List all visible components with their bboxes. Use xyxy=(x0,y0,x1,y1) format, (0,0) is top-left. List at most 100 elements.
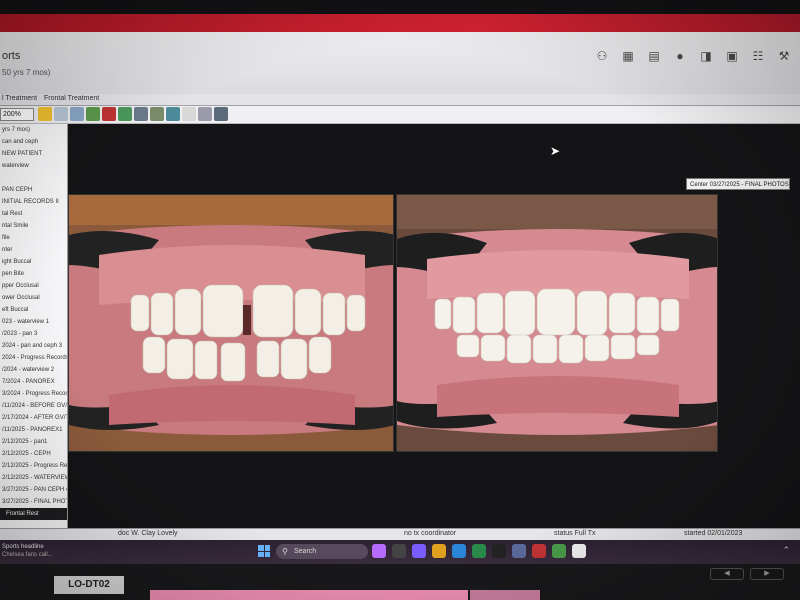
tree-item[interactable]: nter xyxy=(0,244,67,256)
start-date-status: started 02/01/2023 xyxy=(684,530,743,537)
ortho-app-icon[interactable] xyxy=(532,544,546,558)
monitor-button-right[interactable]: ▶ xyxy=(750,568,784,580)
teams-icon[interactable] xyxy=(412,544,426,558)
patient-age: 50 yrs 7 mos) xyxy=(2,68,51,77)
search-label: Search xyxy=(294,548,317,555)
tree-item[interactable]: ight Buccal xyxy=(0,256,67,268)
monitor-icon[interactable] xyxy=(214,107,228,121)
table-icon[interactable]: ☷ xyxy=(750,48,766,64)
image-toolbar: 200% xyxy=(0,106,800,124)
start-icon[interactable] xyxy=(258,545,270,557)
tree-item[interactable]: PAN CEPH xyxy=(0,184,67,196)
tree-item[interactable]: file xyxy=(0,232,67,244)
tree-item[interactable]: 2024 - Progress Records xyxy=(0,352,67,364)
chrome-icon[interactable] xyxy=(472,544,486,558)
tree-item[interactable]: 2/12/2025 - pan1 xyxy=(0,436,67,448)
settings-icon[interactable] xyxy=(86,107,100,121)
records-tree: yrs 7 mos) can and ceph NEW PATIENT watervi… xyxy=(0,124,68,528)
crop-icon[interactable] xyxy=(150,107,164,121)
imaging-app-icon[interactable] xyxy=(552,544,566,558)
tree-item[interactable]: /2024 - waterview 2 xyxy=(0,364,67,376)
tree-item[interactable]: 7/2024 - PANOREX xyxy=(0,376,67,388)
tree-item[interactable]: 3/27/2025 - FINAL PHOTOS xyxy=(0,496,67,508)
monitor-photo: orts 50 yrs 7 mos) ⚇ ▦ ▤ ● ◨ ▣ ☷ ⚒ l Tre… xyxy=(0,0,800,600)
frontal-photo-before[interactable] xyxy=(68,194,394,452)
windows-taskbar: Sports headline Chelsea fans call... ⚲ S… xyxy=(0,540,800,564)
tree-item[interactable] xyxy=(0,172,67,184)
layout-icon[interactable] xyxy=(198,107,212,121)
tree-item[interactable]: pper Occlusal xyxy=(0,280,67,292)
monitor-bezel-top xyxy=(0,0,800,14)
tree-item[interactable]: waterview xyxy=(0,160,67,172)
tooth-chart-icon[interactable]: ▦ xyxy=(620,48,636,64)
tree-item[interactable]: 023 - waterview 1 xyxy=(0,316,67,328)
tab-treatment[interactable]: l Treatment xyxy=(2,95,37,102)
tree-item[interactable]: /11/2025 - PANOREX1 xyxy=(0,424,67,436)
tree-item[interactable]: ntal Smile xyxy=(0,220,67,232)
tree-item[interactable]: 2/17/2024 - AFTER GV/TN xyxy=(0,412,67,424)
app-n-icon[interactable] xyxy=(492,544,506,558)
toolbar-icon-group xyxy=(38,107,228,121)
app-title: orts xyxy=(2,50,21,62)
tab-frontal-treatment[interactable]: Frontal Treatment xyxy=(44,95,99,102)
photo-caption: Center 03/27/2025 - FINAL PHOTOS xyxy=(686,178,790,190)
file-explorer-icon[interactable] xyxy=(432,544,446,558)
notes-icon[interactable]: ▤ xyxy=(646,48,662,64)
tree-item[interactable]: Frontal Rest xyxy=(0,508,67,520)
xray-icon[interactable]: ● xyxy=(672,48,688,64)
tree-item[interactable]: 2024 - pan and ceph 3 xyxy=(0,340,67,352)
tree-item[interactable]: 3/2024 - Progress Records 2 xyxy=(0,388,67,400)
user-icon[interactable]: ⚇ xyxy=(594,48,610,64)
tree-item[interactable]: /11/2024 - BEFORE GV/TN xyxy=(0,400,67,412)
store-icon[interactable] xyxy=(512,544,526,558)
grid-icon[interactable] xyxy=(134,107,148,121)
window-title-strip xyxy=(0,14,800,32)
taskbar-app-icons xyxy=(372,544,586,558)
tree-item[interactable]: 2/12/2025 - CEPH xyxy=(0,448,67,460)
tree-item[interactable]: 3/27/2025 - PAN CEPH 4 xyxy=(0,484,67,496)
tree-item[interactable]: /2023 - pan 3 xyxy=(0,328,67,340)
tree-item[interactable]: INITIAL RECORDS II xyxy=(0,196,67,208)
news-headline: Sports headline xyxy=(2,544,44,550)
tree-item[interactable]: NEW PATIENT xyxy=(0,148,67,160)
tree-item[interactable]: 2/12/2025 - WATERVIEW 3 xyxy=(0,472,67,484)
header-icon-bar: ⚇ ▦ ▤ ● ◨ ▣ ☷ ⚒ xyxy=(594,48,792,64)
tree-item[interactable]: ower Occlusal xyxy=(0,292,67,304)
zoom-select[interactable]: 200% xyxy=(0,108,34,121)
folder-icon[interactable] xyxy=(38,107,52,121)
image-icon[interactable] xyxy=(70,107,84,121)
image-viewer: ➤ Center 03/27/2025 - FINAL PHOTOS xyxy=(68,124,800,528)
tree-item[interactable]: tal Rest xyxy=(0,208,67,220)
taskbar-search[interactable]: ⚲ Search xyxy=(276,544,368,559)
tools-icon[interactable]: ⚒ xyxy=(776,48,792,64)
image-viewer-icon[interactable]: ▣ xyxy=(724,48,740,64)
edge-icon[interactable] xyxy=(452,544,466,558)
folder-open-icon[interactable]: ◨ xyxy=(698,48,714,64)
tray-overflow-icon[interactable]: ⌃ xyxy=(782,545,790,556)
treatment-status: status Full Tx xyxy=(554,530,596,537)
tree-item[interactable]: eft Buccal xyxy=(0,304,67,316)
hand-icon[interactable] xyxy=(182,107,196,121)
color-icon[interactable] xyxy=(102,107,116,121)
copilot-icon[interactable] xyxy=(372,544,386,558)
task-view-icon[interactable] xyxy=(392,544,406,558)
mouse-cursor-icon: ➤ xyxy=(550,144,561,158)
doctor-status: doc W. Clay Lovely xyxy=(118,530,178,537)
news-subline: Chelsea fans call... xyxy=(2,552,53,558)
notepad-icon[interactable] xyxy=(572,544,586,558)
adjust-icon[interactable] xyxy=(118,107,132,121)
search-icon: ⚲ xyxy=(282,547,288,556)
view-tab-bar: l Treatment Frontal Treatment xyxy=(0,94,800,106)
asset-tag-label: LO-DT02 xyxy=(54,576,124,594)
monitor-button-left[interactable]: ◀ xyxy=(710,568,744,580)
news-widget[interactable]: Sports headline Chelsea fans call... xyxy=(2,543,53,559)
camera-icon[interactable] xyxy=(54,107,68,121)
tree-item[interactable]: pen Bite xyxy=(0,268,67,280)
tree-item[interactable]: 2/12/2025 - Progress Records 4 xyxy=(0,460,67,472)
expand-icon[interactable] xyxy=(166,107,180,121)
tree-item[interactable]: yrs 7 mos) xyxy=(0,124,67,136)
frontal-photo-after[interactable] xyxy=(396,194,718,452)
sticky-note xyxy=(150,590,468,600)
tree-item[interactable]: can and ceph xyxy=(0,136,67,148)
app-header: orts 50 yrs 7 mos) ⚇ ▦ ▤ ● ◨ ▣ ☷ ⚒ xyxy=(0,32,800,94)
